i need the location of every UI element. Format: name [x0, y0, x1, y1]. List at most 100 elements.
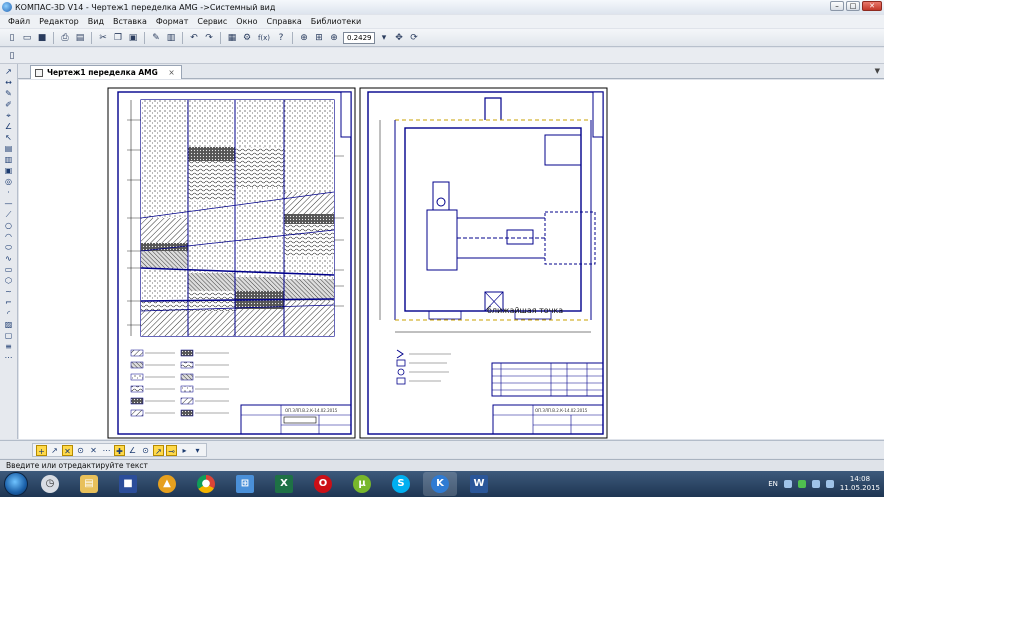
menu-file[interactable]: Файл	[8, 17, 30, 26]
snap-toggle-icon[interactable]: ⊸	[166, 444, 177, 456]
flag-icon[interactable]	[811, 480, 820, 488]
refresh-icon[interactable]: ⟳	[408, 32, 420, 44]
kompas-window: КОМПАС-3D V14 - Чертеж1 переделка AMG ->…	[0, 0, 884, 497]
snap-middle-icon[interactable]: ✕	[62, 444, 73, 456]
taskbar-kompas[interactable]: ▲	[150, 472, 184, 496]
settings-icon[interactable]: ⚙	[241, 32, 253, 44]
insert-icon[interactable]: ▣	[3, 166, 15, 176]
geometry-icon[interactable]: ↗	[3, 67, 15, 77]
taskbar-opera[interactable]: O	[306, 472, 340, 496]
snap-on-curve-icon[interactable]: ⊙	[140, 445, 151, 456]
undo-icon[interactable]: ↶	[188, 32, 200, 44]
paste-icon[interactable]: ▣	[127, 32, 139, 44]
menu-insert[interactable]: Вставка	[113, 17, 147, 26]
reports-icon[interactable]: ▥	[3, 155, 15, 165]
spline-icon[interactable]: ~	[3, 287, 15, 297]
taskbar-save-app[interactable]: ■	[111, 472, 145, 496]
chamfer-icon[interactable]: ⌐	[3, 298, 15, 308]
menu-libraries[interactable]: Библиотеки	[311, 17, 361, 26]
network-icon[interactable]	[783, 480, 792, 488]
close-button[interactable]: ✕	[862, 1, 882, 11]
layers-icon[interactable]: ▦	[226, 32, 238, 44]
library-icon[interactable]: ◎	[3, 177, 15, 187]
ellipse-icon[interactable]: ⬭	[3, 243, 15, 253]
zoom-in-icon[interactable]: ⊕	[328, 32, 340, 44]
fillet-icon[interactable]: ◜	[3, 309, 15, 319]
select-icon[interactable]: ↖	[3, 133, 15, 143]
segment-icon[interactable]: ⟋	[3, 210, 15, 220]
open-folder-icon[interactable]: ▭	[21, 32, 33, 44]
variables-icon[interactable]: f(x)	[256, 32, 272, 44]
taskbar-windows-app[interactable]: ⊞	[228, 472, 262, 496]
document-tab[interactable]: Чертеж1 переделка AMG ×	[30, 65, 182, 79]
zoom-all-icon[interactable]: ⊞	[313, 32, 325, 44]
taskbar-explorer[interactable]: ▤	[72, 472, 106, 496]
snap-grid-icon[interactable]: ↗	[153, 444, 164, 456]
language-indicator[interactable]: EN	[768, 480, 778, 488]
snap-intersection-icon[interactable]: ✕	[88, 445, 99, 456]
menu-view[interactable]: Вид	[88, 17, 104, 26]
more-tools-icon[interactable]: ⋯	[3, 353, 15, 363]
snap-angle-icon[interactable]: ∠	[127, 445, 138, 456]
menu-service[interactable]: Сервис	[197, 17, 227, 26]
help-cursor-icon[interactable]: ?	[275, 32, 287, 44]
pan-icon[interactable]: ✥	[393, 32, 405, 44]
snap-end-icon[interactable]: ↗	[49, 445, 60, 456]
snap-more-icon[interactable]: ▸	[179, 445, 190, 456]
drawing-canvas[interactable]: ОП.ЗЛП.В.2.К-14.02.2015 ближайшая точка …	[19, 80, 884, 439]
snap-point-icon[interactable]: ⋯	[101, 445, 112, 456]
print-icon[interactable]: ⎙	[59, 32, 71, 44]
menu-window[interactable]: Окно	[236, 17, 257, 26]
spec-icon[interactable]: ▤	[3, 144, 15, 154]
polyline-icon[interactable]: ∿	[3, 254, 15, 264]
polygon-icon[interactable]: ⬡	[3, 276, 15, 286]
taskbar-kompas-active[interactable]: K	[423, 472, 457, 496]
designations-icon[interactable]: ✎	[3, 89, 15, 99]
taskbar-utorrent[interactable]: µ	[345, 472, 379, 496]
print-preview-icon[interactable]: ▤	[74, 32, 86, 44]
aux-line-icon[interactable]: —	[3, 199, 15, 209]
taskbar-excel[interactable]: X	[267, 472, 301, 496]
snap-dropdown-chevron-icon[interactable]: ▾	[192, 445, 203, 456]
snap-quadrant-icon[interactable]: ✚	[114, 444, 125, 456]
zoom-window-icon[interactable]: ⊕	[298, 32, 310, 44]
arc-icon[interactable]: ◠	[3, 232, 15, 242]
save-icon[interactable]: ■	[36, 32, 48, 44]
menu-help[interactable]: Справка	[267, 17, 302, 26]
manager-icon[interactable]: ▥	[165, 32, 177, 44]
clock[interactable]: 14:08 11.05.2015	[840, 475, 880, 493]
taskbar-word[interactable]: W	[462, 472, 496, 496]
document-tab-close-icon[interactable]: ×	[168, 68, 174, 77]
parametrization-icon[interactable]: ⌖	[3, 111, 15, 121]
hatch-icon[interactable]: ▨	[3, 320, 15, 330]
equidistant-icon[interactable]: ≡	[3, 342, 15, 352]
antivirus-icon[interactable]	[797, 480, 806, 488]
taskbar-clock-app[interactable]: ◷	[33, 472, 67, 496]
contour-icon[interactable]: ▢	[3, 331, 15, 341]
copy-icon[interactable]: ❐	[112, 32, 124, 44]
volume-icon[interactable]	[825, 480, 834, 488]
taskbar-skype[interactable]: S	[384, 472, 418, 496]
maximize-button[interactable]: □	[846, 1, 860, 11]
rectangle-icon[interactable]: ▭	[3, 265, 15, 275]
edit-icon[interactable]: ✐	[3, 100, 15, 110]
menu-edit[interactable]: Редактор	[39, 17, 79, 26]
circle-icon[interactable]: ○	[3, 221, 15, 231]
measure-icon[interactable]: ∠	[3, 122, 15, 132]
taskbar-chrome[interactable]: ●	[189, 472, 223, 496]
snap-nearest-icon[interactable]: +	[36, 444, 47, 456]
minimize-button[interactable]: –	[830, 1, 844, 11]
start-button[interactable]	[4, 472, 28, 496]
zoom-scale-field[interactable]: 0.2429	[343, 31, 375, 44]
tab-list-chevron-icon[interactable]: ▼	[875, 67, 880, 75]
cut-icon[interactable]: ✂	[97, 32, 109, 44]
current-state-icon[interactable]: ▯	[6, 50, 18, 62]
snap-center-icon[interactable]: ⊙	[75, 445, 86, 456]
dimensions-icon[interactable]: ↔	[3, 78, 15, 88]
point-icon[interactable]: ·	[3, 188, 15, 198]
properties-icon[interactable]: ✎	[150, 32, 162, 44]
new-document-icon[interactable]: ▯	[6, 32, 18, 44]
redo-icon[interactable]: ↷	[203, 32, 215, 44]
menu-format[interactable]: Формат	[156, 17, 188, 26]
zoom-dropdown-chevron-icon[interactable]: ▾	[378, 32, 390, 44]
